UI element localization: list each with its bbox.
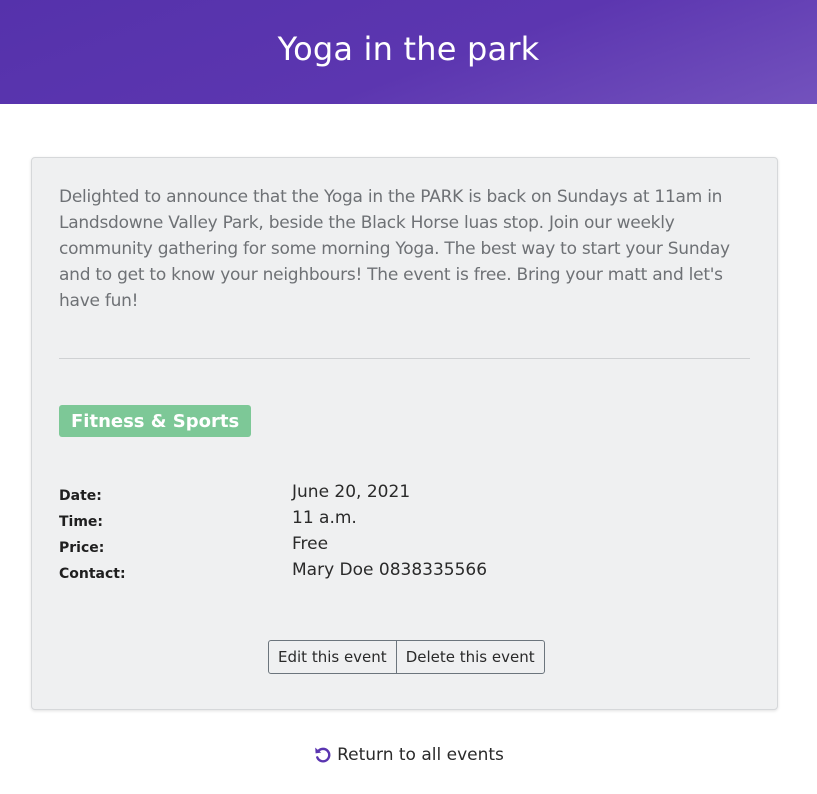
undo-icon — [313, 745, 333, 765]
divider — [59, 358, 750, 359]
page-title: Yoga in the park — [277, 30, 540, 68]
event-description: Delighted to announce that the Yoga in t… — [59, 187, 730, 311]
detail-value: Free — [292, 534, 329, 554]
detail-label: Time: — [59, 514, 104, 530]
page-header: Yoga in the park — [0, 0, 817, 104]
event-card: Delighted to announce that the Yoga in t… — [31, 157, 778, 710]
detail-row-contact: Contact: Mary Doe 0838335566 — [59, 560, 759, 586]
category-badge: Fitness & Sports — [59, 405, 252, 437]
event-actions: Edit this event Delete this event — [268, 640, 545, 674]
return-link[interactable]: Return to all events — [0, 745, 817, 765]
detail-value: 11 a.m. — [292, 508, 357, 528]
detail-row-date: Date: June 20, 2021 — [59, 482, 759, 508]
edit-event-button[interactable]: Edit this event — [269, 641, 396, 673]
detail-label: Price: — [59, 540, 105, 556]
return-link-label: Return to all events — [337, 745, 504, 765]
detail-value: June 20, 2021 — [292, 482, 411, 502]
detail-row-price: Price: Free — [59, 534, 759, 560]
detail-row-time: Time: 11 a.m. — [59, 508, 759, 534]
detail-value: Mary Doe 0838335566 — [292, 560, 488, 580]
detail-label: Contact: — [59, 566, 126, 582]
delete-event-button[interactable]: Delete this event — [395, 641, 544, 673]
detail-label: Date: — [59, 488, 102, 504]
event-details: Date: June 20, 2021 Time: 11 a.m. Price:… — [59, 482, 759, 586]
